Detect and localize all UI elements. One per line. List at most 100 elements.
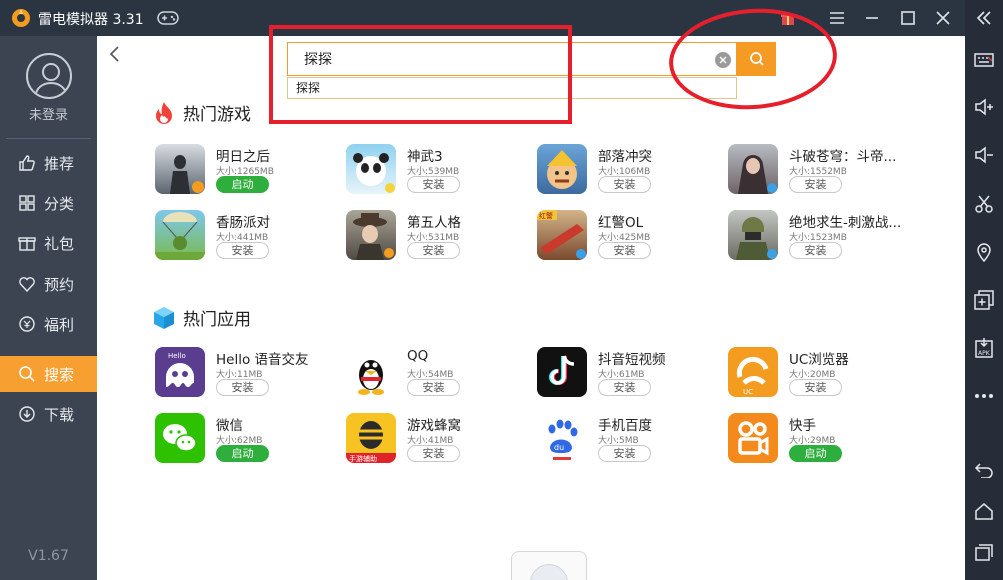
app-card[interactable]: 第五人格 大小:531MB 安装 xyxy=(346,210,526,262)
volume-up-icon[interactable] xyxy=(972,95,996,119)
app-card[interactable]: 红警 红警OL 大小:425MB 安装 xyxy=(537,210,717,262)
volume-down-icon[interactable] xyxy=(972,143,996,167)
install-button[interactable]: 安装 xyxy=(598,379,651,396)
app-name: 明日之后 xyxy=(216,149,270,165)
app-icon xyxy=(155,413,205,463)
app-icon xyxy=(537,347,587,397)
recent-apps-icon[interactable] xyxy=(972,540,996,564)
maximize-icon[interactable] xyxy=(896,6,920,30)
icon-tile-text: du xyxy=(554,443,564,452)
assistant-icon xyxy=(530,564,568,580)
keyboard-icon[interactable] xyxy=(972,48,996,72)
install-button[interactable]: 安装 xyxy=(789,176,842,193)
login-status[interactable]: 未登录 xyxy=(0,104,97,123)
app-name: UC浏览器 xyxy=(789,352,849,368)
app-name: Hello 语音交友 xyxy=(216,352,309,368)
app-name: 快手 xyxy=(789,418,816,434)
section-title-text: 热门应用 xyxy=(183,310,251,330)
sidebar-item-category[interactable]: 分类 xyxy=(0,185,97,221)
avatar[interactable] xyxy=(26,53,72,99)
app-card[interactable]: 绝地求生-刺激战... 大小:1523MB 安装 xyxy=(728,210,908,262)
apk-install-icon[interactable]: APK xyxy=(972,336,996,360)
right-toolbar: APK xyxy=(965,0,1003,580)
app-name: 红警OL xyxy=(598,215,644,231)
app-card[interactable]: 斗破苍穹：斗帝... 大小:1552MB 安装 xyxy=(728,144,908,196)
coin-icon xyxy=(19,316,35,332)
launch-button[interactable]: 启动 xyxy=(789,445,842,462)
install-button[interactable]: 安装 xyxy=(407,379,460,396)
sidebar-item-welfare[interactable]: 福利 xyxy=(0,306,97,342)
install-button[interactable]: 安装 xyxy=(789,242,842,259)
app-card[interactable]: 手游辅助 游戏蜂窝 大小:41MB 安装 xyxy=(346,413,526,465)
app-icon xyxy=(728,144,778,194)
app-card[interactable]: 香肠派对 大小:441MB 安装 xyxy=(155,210,335,262)
app-card[interactable]: 神武3 大小:539MB 安装 xyxy=(346,144,526,196)
home-nav-icon[interactable] xyxy=(972,499,996,523)
more-icon[interactable] xyxy=(972,384,996,408)
launch-button[interactable]: 启动 xyxy=(216,176,269,193)
sidebar-item-label: 搜索 xyxy=(44,365,75,384)
sidebar-item-label: 福利 xyxy=(44,315,75,334)
app-card[interactable]: 部落冲突 大小:106MB 安装 xyxy=(537,144,717,196)
app-card[interactable]: Hello Hello 语音交友 大小:11MB 安装 xyxy=(155,347,335,399)
app-card[interactable]: du 手机百度 大小:5MB 安装 xyxy=(537,413,717,465)
icon-tile-text: Hello xyxy=(168,352,186,360)
install-button[interactable]: 安装 xyxy=(407,176,460,193)
sidebar-item-label: 礼包 xyxy=(44,234,75,253)
menu-icon[interactable] xyxy=(825,6,849,30)
icon-tile-text: UC xyxy=(743,388,753,396)
window-title: 雷电模拟器 3.31 xyxy=(38,12,144,28)
app-card[interactable]: 明日之后 大小:1265MB 启动 xyxy=(155,144,335,196)
install-button[interactable]: 安装 xyxy=(598,176,651,193)
location-icon[interactable] xyxy=(972,240,996,264)
sidebar-item-recommend[interactable]: 推荐 xyxy=(0,145,97,181)
floating-assistant-button[interactable] xyxy=(511,551,587,580)
app-card[interactable]: 微信 大小:62MB 启动 xyxy=(155,413,335,465)
gamepad-icon[interactable] xyxy=(157,11,179,25)
search-icon xyxy=(19,366,35,382)
app-icon xyxy=(346,210,396,260)
sidebar-item-label: 分类 xyxy=(44,194,75,213)
app-icon: 红警 xyxy=(537,210,587,260)
install-button[interactable]: 安装 xyxy=(598,242,651,259)
install-button[interactable]: 安装 xyxy=(598,445,651,462)
close-icon[interactable] xyxy=(931,6,955,30)
app-icon xyxy=(155,210,205,260)
install-button[interactable]: 安装 xyxy=(407,445,460,462)
app-icon: UC xyxy=(728,347,778,397)
back-nav-icon[interactable] xyxy=(972,458,996,482)
screenshot-scissors-icon[interactable] xyxy=(972,192,996,216)
app-icon xyxy=(728,210,778,260)
icon-tile-text: 红警 xyxy=(539,211,553,220)
collapse-toolbar-icon[interactable] xyxy=(972,6,996,30)
sidebar-item-label: 预约 xyxy=(44,275,75,294)
app-card[interactable]: 快手 大小:29MB 启动 xyxy=(728,413,908,465)
sidebar-item-label: 下载 xyxy=(44,405,75,424)
app-icon xyxy=(346,144,396,194)
app-name: 第五人格 xyxy=(407,215,461,231)
section-title-text: 热门游戏 xyxy=(183,105,251,125)
sidebar: 未登录 推荐 分类 礼包 预约 福利 搜索 下载 V1.67 xyxy=(0,36,97,580)
multi-instance-icon[interactable] xyxy=(972,288,996,312)
sidebar-item-gift[interactable]: 礼包 xyxy=(0,225,97,261)
launch-button[interactable]: 启动 xyxy=(216,445,269,462)
app-icon: 手游辅助 xyxy=(346,413,396,463)
minimize-icon[interactable] xyxy=(860,6,884,30)
install-button[interactable]: 安装 xyxy=(216,242,269,259)
back-arrow-icon[interactable] xyxy=(107,44,123,64)
install-button[interactable]: 安装 xyxy=(216,379,269,396)
version-label: V1.67 xyxy=(28,548,69,564)
app-card[interactable]: QQ 大小:54MB 安装 xyxy=(346,347,526,399)
install-button[interactable]: 安装 xyxy=(789,379,842,396)
app-icon xyxy=(346,347,396,397)
thumbs-up-icon xyxy=(19,155,35,171)
app-icon: Hello xyxy=(155,347,205,397)
app-name: 斗破苍穹：斗帝... xyxy=(789,149,897,165)
cube-icon xyxy=(154,306,174,329)
sidebar-item-reserve[interactable]: 预约 xyxy=(0,266,97,302)
app-card[interactable]: 抖音短视频 大小:61MB 安装 xyxy=(537,347,717,399)
install-button[interactable]: 安装 xyxy=(407,242,460,259)
app-card[interactable]: UC UC浏览器 大小:20MB 安装 xyxy=(728,347,908,399)
sidebar-item-search[interactable]: 搜索 xyxy=(0,356,97,392)
sidebar-item-download[interactable]: 下载 xyxy=(0,396,97,432)
